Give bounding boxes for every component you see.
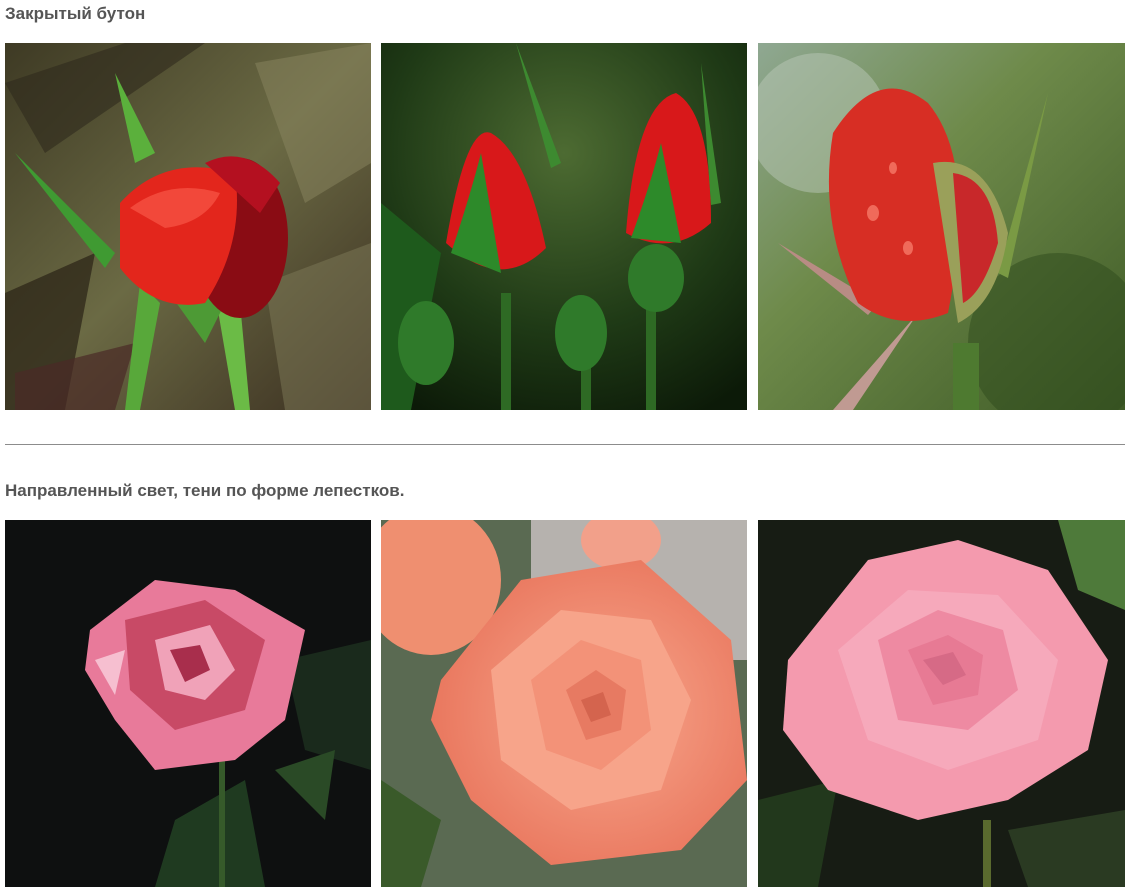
rose-image-painted-red-bud <box>5 43 371 410</box>
section-title-closed-bud: Закрытый бутон <box>5 4 146 23</box>
rose-image-pink-rose <box>758 520 1125 887</box>
rose-image-coral-rose <box>381 520 747 887</box>
rose-image-red-buds-photo <box>381 43 747 410</box>
section-title-directional-light: Направленный свет, тени по форме лепестк… <box>5 481 405 500</box>
image-row-directional-light <box>5 520 1125 887</box>
image-row-closed-bud <box>5 43 1125 410</box>
section-divider <box>5 444 1125 445</box>
rose-image-painted-pink <box>5 520 371 887</box>
rose-image-red-bud-drops <box>758 43 1125 410</box>
